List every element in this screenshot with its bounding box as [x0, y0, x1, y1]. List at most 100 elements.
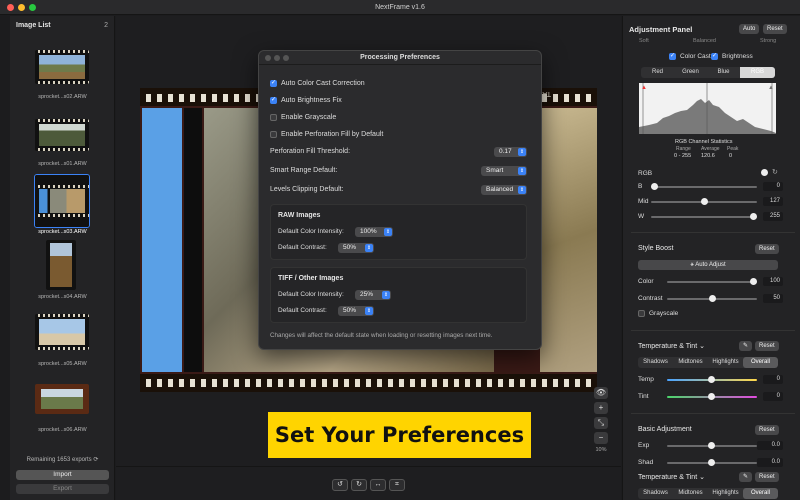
- dialog-zoom-button[interactable]: [283, 55, 289, 61]
- panel-grayscale-checkbox[interactable]: [638, 310, 645, 317]
- tab-green[interactable]: Green: [674, 67, 707, 78]
- brightness-toggle[interactable]: Brightness: [711, 52, 753, 60]
- tab-midtones[interactable]: Midtones: [673, 488, 708, 499]
- tab-highlights[interactable]: Highlights: [708, 488, 743, 499]
- exposure-value[interactable]: 0.0: [757, 441, 783, 450]
- tiff-contrast-select[interactable]: 50% ⇕: [338, 306, 374, 316]
- dialog-close-button[interactable]: [265, 55, 271, 61]
- reset-levels-icon[interactable]: ↻: [772, 168, 778, 176]
- shadows-slider[interactable]: [667, 459, 757, 466]
- temp-tint-2-title[interactable]: Temperature & Tint ⌄: [638, 473, 705, 481]
- contrast-slider-knob[interactable]: [708, 295, 716, 302]
- tab-red[interactable]: Red: [641, 67, 674, 78]
- color-slider-knob[interactable]: [750, 278, 757, 285]
- threshold-label: Perforation Fill Threshold:: [270, 148, 351, 155]
- fit-screen-icon[interactable]: ⤡: [594, 417, 608, 429]
- histogram[interactable]: ▲ ▲: [639, 83, 776, 134]
- color-label: Color: [638, 278, 654, 285]
- tab-overall[interactable]: Overall: [743, 488, 778, 499]
- temp-value[interactable]: 0: [763, 375, 783, 384]
- smart-range-select[interactable]: Smart ⇕: [481, 166, 527, 176]
- toggle-preview-eye-icon[interactable]: 👁: [594, 387, 608, 399]
- black-point-value[interactable]: 0: [763, 182, 783, 191]
- grayscale-option[interactable]: Enable Grayscale: [270, 114, 336, 121]
- thumbnail-4[interactable]: [46, 240, 76, 290]
- flip-horizontal-icon[interactable]: ↔: [370, 479, 386, 491]
- color-cast-toggle[interactable]: Color Cast: [669, 52, 711, 60]
- eyedropper-2-icon[interactable]: ✎: [739, 472, 753, 482]
- thumbnail-6[interactable]: [35, 384, 89, 414]
- basic-reset-button[interactable]: Reset: [755, 425, 779, 435]
- import-button[interactable]: Import: [16, 470, 109, 480]
- auto-button[interactable]: Auto: [739, 24, 760, 34]
- stats-peak-value: 0: [729, 153, 733, 159]
- tab-shadows[interactable]: Shadows: [638, 488, 673, 499]
- tab-midtones[interactable]: Midtones: [673, 357, 708, 368]
- tint-value[interactable]: 0: [763, 392, 783, 401]
- perforation-fill-option[interactable]: Enable Perforation Fill by Default: [270, 131, 383, 138]
- white-point-value[interactable]: 255: [763, 212, 783, 221]
- midpoint-value[interactable]: 127: [763, 197, 783, 206]
- white-point-knob[interactable]: [750, 213, 757, 220]
- auto-adjust-button[interactable]: ⚹ Auto Adjust: [638, 260, 778, 270]
- temp-slider[interactable]: [667, 376, 757, 383]
- temp-tint-reset-button[interactable]: Reset: [755, 341, 779, 351]
- zoom-out-icon[interactable]: −: [594, 432, 608, 444]
- raw-intensity-select[interactable]: 100% ⇕: [355, 227, 393, 237]
- tint-slider-knob[interactable]: [708, 393, 715, 400]
- color-value[interactable]: 100: [763, 277, 783, 286]
- tab-shadows[interactable]: Shadows: [638, 357, 673, 368]
- minimize-window-button[interactable]: [18, 4, 25, 11]
- tab-rgb[interactable]: RGB: [740, 67, 775, 78]
- temp-tint-title[interactable]: Temperature & Tint ⌄: [638, 342, 705, 350]
- midpoint-knob[interactable]: [700, 198, 708, 205]
- zoom-in-icon[interactable]: +: [594, 402, 608, 414]
- tab-overall[interactable]: Overall: [743, 357, 778, 368]
- tint-slider[interactable]: [667, 393, 757, 400]
- thumbnail-3-selected[interactable]: [34, 174, 90, 228]
- tab-highlights[interactable]: Highlights: [708, 357, 743, 368]
- tiff-contrast-label: Default Contrast:: [278, 307, 327, 314]
- reset-button[interactable]: Reset: [763, 24, 787, 34]
- rotate-right-icon[interactable]: ↻: [351, 479, 367, 491]
- levels-clipping-select[interactable]: Balanced ⇕: [481, 185, 527, 195]
- exposure-slider-knob[interactable]: [708, 442, 715, 449]
- thumbnail-1[interactable]: [35, 50, 89, 84]
- auto-adjust-label: Auto Adjust: [695, 262, 726, 268]
- grayscale-toggle[interactable]: Grayscale: [638, 310, 678, 317]
- contrast-slider[interactable]: [667, 295, 757, 302]
- black-point-slider[interactable]: [651, 183, 757, 190]
- auto-brightness-option[interactable]: Auto Brightness Fix: [270, 96, 342, 104]
- black-point-knob[interactable]: [651, 183, 658, 190]
- shadows-value[interactable]: 0.0: [757, 458, 783, 467]
- shadows-slider-knob[interactable]: [708, 459, 715, 466]
- close-window-button[interactable]: [7, 4, 14, 11]
- tab-blue[interactable]: Blue: [707, 67, 740, 78]
- auto-color-cast-option[interactable]: Auto Color Cast Correction: [270, 79, 365, 87]
- rotate-left-icon[interactable]: ↺: [332, 479, 348, 491]
- color-cast-checkbox[interactable]: [669, 52, 676, 60]
- contrast-value[interactable]: 50: [763, 294, 783, 303]
- thumbnail-2[interactable]: [35, 119, 89, 151]
- zoom-window-button[interactable]: [29, 4, 36, 11]
- brightness-checkbox[interactable]: [711, 52, 718, 60]
- color-slider[interactable]: [667, 278, 757, 285]
- thumbnail-5[interactable]: [35, 314, 89, 350]
- eyedropper-icon[interactable]: ✎: [739, 341, 753, 351]
- export-button[interactable]: Export: [16, 484, 109, 494]
- tiff-intensity-select[interactable]: 25% ⇕: [355, 290, 391, 300]
- auto-brightness-checkbox[interactable]: [270, 96, 277, 104]
- exposure-slider[interactable]: [667, 442, 757, 449]
- temp-tint-2-reset-button[interactable]: Reset: [755, 472, 779, 482]
- style-boost-reset-button[interactable]: Reset: [755, 244, 779, 254]
- midpoint-slider[interactable]: [651, 198, 757, 205]
- auto-color-cast-checkbox[interactable]: [270, 79, 277, 87]
- perforation-fill-checkbox[interactable]: [270, 131, 277, 138]
- dialog-minimize-button[interactable]: [274, 55, 280, 61]
- raw-contrast-select[interactable]: 50% ⇕: [338, 243, 374, 253]
- temp-slider-knob[interactable]: [708, 376, 715, 383]
- grayscale-checkbox[interactable]: [270, 114, 277, 121]
- white-point-slider[interactable]: [651, 213, 757, 220]
- crop-icon[interactable]: ⌗: [389, 479, 405, 491]
- threshold-stepper[interactable]: 0.17 ⇕: [494, 147, 527, 157]
